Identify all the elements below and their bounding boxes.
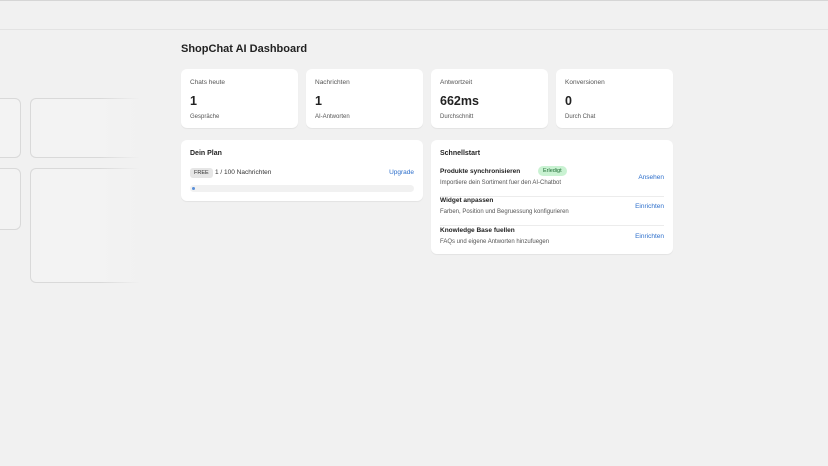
stat-card-messages: Nachrichten 1 AI-Antworten bbox=[306, 69, 423, 128]
task-name: Widget anpassen bbox=[440, 197, 494, 204]
setup-widget-link[interactable]: Einrichten bbox=[635, 203, 664, 210]
plan-row: FREE 1 / 100 Nachrichten Upgrade bbox=[190, 168, 414, 178]
placeholder-fade bbox=[100, 90, 140, 290]
stat-sub: Gespräche bbox=[190, 114, 220, 120]
task-desc: FAQs und eigene Antworten hinzufuegen bbox=[440, 239, 550, 245]
task-desc: Farben, Position und Begruessung konfigu… bbox=[440, 209, 569, 215]
stat-sub: AI-Antworten bbox=[315, 114, 350, 120]
stat-value: 1 bbox=[315, 94, 322, 108]
quickstart-card: Schnellstart Produkte synchronisieren Er… bbox=[431, 140, 673, 254]
stat-sub: Durch Chat bbox=[565, 114, 596, 120]
placeholder-panel bbox=[0, 98, 21, 158]
task-item: Produkte synchronisieren Erledigt Import… bbox=[440, 166, 664, 197]
stat-sub: Durchschnitt bbox=[440, 114, 474, 120]
stat-value: 662ms bbox=[440, 94, 479, 108]
plan-title: Dein Plan bbox=[190, 150, 222, 157]
usage-progress-bar bbox=[190, 185, 414, 192]
stat-label: Antwortzeit bbox=[440, 79, 473, 86]
usage-progress-fill bbox=[192, 187, 195, 190]
task-name: Produkte synchronisieren bbox=[440, 168, 521, 175]
task-desc: Importiere dein Sortiment fuer den AI-Ch… bbox=[440, 180, 562, 186]
stat-label: Nachrichten bbox=[315, 79, 350, 86]
plan-card: Dein Plan FREE 1 / 100 Nachrichten Upgra… bbox=[181, 140, 423, 201]
stat-label: Konversionen bbox=[565, 79, 605, 86]
stat-card-conversions: Konversionen 0 Durch Chat bbox=[556, 69, 673, 128]
view-products-link[interactable]: Ansehen bbox=[638, 174, 664, 181]
task-item: Knowledge Base fuellen FAQs und eigene A… bbox=[440, 227, 664, 256]
stat-card-chats: Chats heute 1 Gespräche bbox=[181, 69, 298, 128]
top-bar bbox=[0, 0, 828, 30]
stat-value: 0 bbox=[565, 94, 572, 108]
placeholder-panel bbox=[0, 168, 21, 230]
task-name: Knowledge Base fuellen bbox=[440, 227, 515, 234]
upgrade-link[interactable]: Upgrade bbox=[389, 169, 414, 176]
stat-card-response-time: Antwortzeit 662ms Durchschnitt bbox=[431, 69, 548, 128]
status-badge: Erledigt bbox=[538, 166, 567, 176]
setup-knowledge-base-link[interactable]: Einrichten bbox=[635, 233, 664, 240]
plan-usage: 1 / 100 Nachrichten bbox=[215, 169, 272, 176]
page-title: ShopChat AI Dashboard bbox=[181, 43, 308, 55]
quickstart-title: Schnellstart bbox=[440, 150, 481, 157]
stat-value: 1 bbox=[190, 94, 197, 108]
task-item: Widget anpassen Farben, Position und Beg… bbox=[440, 197, 664, 226]
plan-badge: FREE bbox=[190, 168, 213, 178]
stat-label: Chats heute bbox=[190, 79, 226, 86]
